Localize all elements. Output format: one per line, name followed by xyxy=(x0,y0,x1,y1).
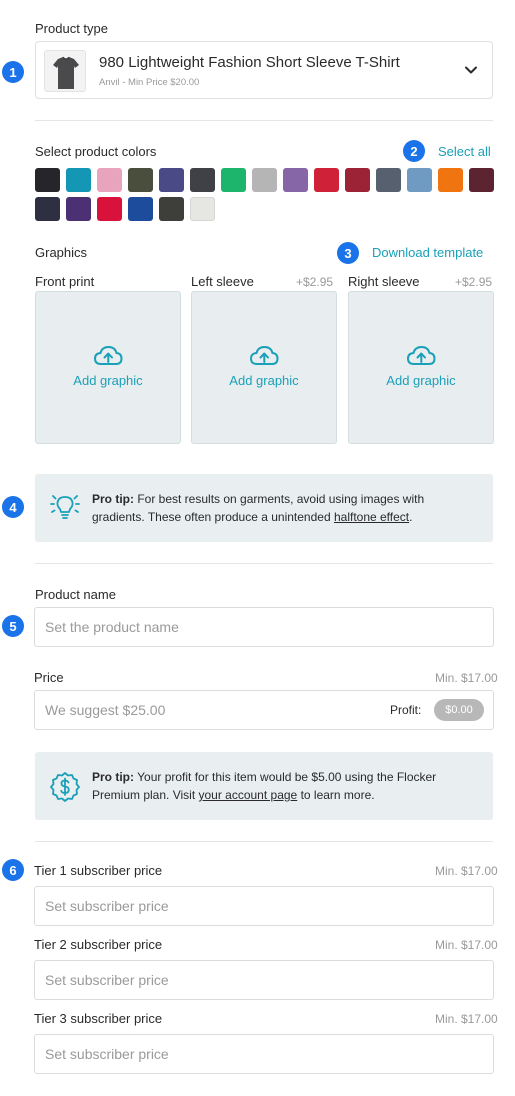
pro-tip-heading: Pro tip: xyxy=(92,492,134,506)
pro-tip-graphics: Pro tip: For best results on garments, a… xyxy=(35,474,493,542)
color-swatch[interactable] xyxy=(190,168,215,192)
add-graphic-label: Add graphic xyxy=(229,373,299,388)
color-swatches xyxy=(35,168,495,221)
product-subtitle: Anvil - Min Price $20.00 xyxy=(99,77,200,88)
color-swatch[interactable] xyxy=(35,168,60,192)
tier1-min: Min. $17.00 xyxy=(435,864,498,878)
divider xyxy=(35,120,493,121)
step-badge-5: 5 xyxy=(2,615,24,637)
left-sleeve-label: Left sleeve xyxy=(191,274,254,289)
select-all-link[interactable]: Select all xyxy=(438,144,491,159)
product-title: 980 Lightweight Fashion Short Sleeve T-S… xyxy=(99,54,400,71)
pro-tip-end: . xyxy=(409,510,413,524)
step-badge-3: 3 xyxy=(337,242,359,264)
right-sleeve-upload[interactable]: Add graphic xyxy=(348,291,494,444)
color-swatch[interactable] xyxy=(469,168,494,192)
color-swatch[interactable] xyxy=(345,168,370,192)
cloud-upload-icon xyxy=(406,345,436,365)
dollar-badge-icon xyxy=(50,772,80,802)
price-input[interactable] xyxy=(34,690,494,730)
pro-tip-text: Pro tip: Your profit for this item would… xyxy=(92,768,471,804)
add-graphic-label: Add graphic xyxy=(73,373,143,388)
pro-tip-heading: Pro tip: xyxy=(92,770,134,784)
divider xyxy=(35,563,493,564)
color-swatch[interactable] xyxy=(221,168,246,192)
divider xyxy=(35,841,493,842)
colors-label: Select product colors xyxy=(35,144,157,159)
price-label: Price xyxy=(34,670,64,685)
product-name-label: Product name xyxy=(35,587,116,602)
download-template-link[interactable]: Download template xyxy=(372,245,483,260)
product-type-label: Product type xyxy=(35,21,108,36)
graphics-label: Graphics xyxy=(35,245,88,260)
color-swatch[interactable] xyxy=(438,168,463,192)
account-page-link[interactable]: your account page xyxy=(198,788,297,802)
tier2-min: Min. $17.00 xyxy=(435,938,498,952)
lightbulb-icon xyxy=(50,495,80,519)
cloud-upload-icon xyxy=(249,345,279,365)
step-badge-4: 4 xyxy=(2,496,24,518)
color-swatch[interactable] xyxy=(128,168,153,192)
front-print-label: Front print xyxy=(35,274,95,289)
chevron-down-icon xyxy=(465,66,477,74)
price-min: Min. $17.00 xyxy=(435,671,498,685)
product-thumbnail xyxy=(44,50,86,92)
tier3-price-input[interactable] xyxy=(34,1034,494,1074)
profit-label: Profit: xyxy=(390,703,422,717)
front-print-upload[interactable]: Add graphic xyxy=(35,291,181,444)
tier3-min: Min. $17.00 xyxy=(435,1012,498,1026)
left-sleeve-price: +$2.95 xyxy=(296,275,334,289)
color-swatch[interactable] xyxy=(159,168,184,192)
step-badge-6: 6 xyxy=(2,859,24,881)
color-swatch[interactable] xyxy=(66,168,91,192)
step-badge-2: 2 xyxy=(403,140,425,162)
pro-tip-text: Pro tip: For best results on garments, a… xyxy=(92,490,471,526)
color-swatch[interactable] xyxy=(66,197,91,221)
color-swatch[interactable] xyxy=(97,197,122,221)
halftone-effect-link[interactable]: halftone effect xyxy=(334,510,409,524)
add-graphic-label: Add graphic xyxy=(386,373,456,388)
color-swatch[interactable] xyxy=(314,168,339,192)
pro-tip-end: to learn more. xyxy=(297,788,375,802)
step-badge-1: 1 xyxy=(2,61,24,83)
tier2-price-input[interactable] xyxy=(34,960,494,1000)
tier3-label: Tier 3 subscriber price xyxy=(34,1011,163,1026)
left-sleeve-upload[interactable]: Add graphic xyxy=(191,291,337,444)
product-name-input[interactable] xyxy=(34,607,494,647)
profit-badge: $0.00 xyxy=(434,699,484,721)
tier1-label: Tier 1 subscriber price xyxy=(34,863,163,878)
color-swatch[interactable] xyxy=(407,168,432,192)
color-swatch[interactable] xyxy=(283,168,308,192)
color-swatch[interactable] xyxy=(128,197,153,221)
tier2-label: Tier 2 subscriber price xyxy=(34,937,163,952)
right-sleeve-price: +$2.95 xyxy=(455,275,493,289)
product-type-select[interactable]: 980 Lightweight Fashion Short Sleeve T-S… xyxy=(35,41,493,99)
pro-tip-profit: Pro tip: Your profit for this item would… xyxy=(35,752,493,820)
color-swatch[interactable] xyxy=(35,197,60,221)
color-swatch[interactable] xyxy=(376,168,401,192)
color-swatch[interactable] xyxy=(97,168,122,192)
color-swatch[interactable] xyxy=(252,168,277,192)
color-swatch[interactable] xyxy=(159,197,184,221)
tier1-price-input[interactable] xyxy=(34,886,494,926)
cloud-upload-icon xyxy=(93,345,123,365)
color-swatch[interactable] xyxy=(190,197,215,221)
right-sleeve-label: Right sleeve xyxy=(348,274,420,289)
tshirt-icon xyxy=(45,51,85,91)
